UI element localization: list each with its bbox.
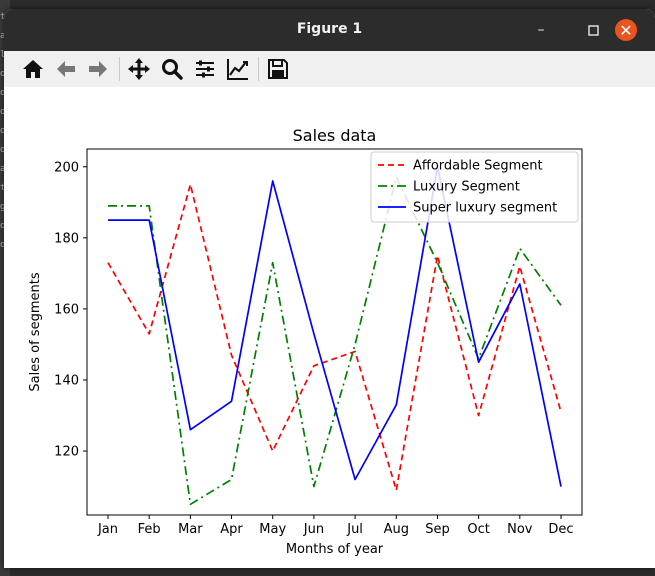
x-tick-label: May — [259, 522, 286, 537]
y-tick-label: 180 — [54, 231, 79, 246]
toolbar-separator — [119, 57, 120, 81]
title-bar[interactable]: Figure 1 – ✕ — [4, 9, 655, 51]
x-tick-label: Jan — [97, 522, 118, 537]
toolbar-separator — [258, 57, 259, 81]
maximize-button[interactable] — [582, 19, 604, 41]
window-title: Figure 1 — [296, 21, 363, 37]
x-tick-label: Dec — [548, 522, 573, 537]
zoom-button[interactable] — [159, 56, 185, 82]
x-tick-label: Apr — [220, 522, 243, 537]
y-tick-label: 120 — [54, 445, 79, 460]
forward-arrow-icon — [89, 61, 107, 77]
y-tick-label: 140 — [54, 373, 79, 388]
x-tick-label: Jun — [303, 522, 324, 537]
home-icon — [23, 60, 43, 78]
x-tick-label: Aug — [384, 522, 409, 537]
legend-label-1: Affordable Segment — [413, 159, 543, 174]
home-button[interactable] — [20, 56, 46, 82]
close-button[interactable]: ✕ — [615, 19, 637, 41]
zoom-magnifier-icon — [162, 59, 183, 80]
back-button[interactable] — [53, 56, 79, 82]
configure-subplots-button[interactable] — [192, 56, 218, 82]
line-chart: Sales data Jan Feb Mar Apr May Jun Jul Aug Sep Oct… — [28, 126, 583, 557]
series-line-1 — [107, 183, 562, 491]
pan-button[interactable] — [126, 56, 152, 82]
y-axis-label: Sales of segments — [28, 272, 43, 391]
forward-button[interactable] — [85, 56, 111, 82]
figure-window: Figure 1 – ✕ Sales data Jan Feb Mar Apr … — [4, 9, 655, 568]
x-tick-label: Mar — [178, 522, 203, 537]
edit-axis-button[interactable] — [225, 56, 251, 82]
figure-canvas[interactable]: Sales data Jan Feb Mar Apr May Jun Jul Aug Sep Oct… — [4, 87, 655, 568]
series-line-2 — [108, 176, 562, 506]
edit-axis-icon — [227, 59, 248, 80]
legend-label-3: Super luxury segment — [413, 201, 557, 216]
y-tick-label: 160 — [54, 302, 79, 317]
y-tick-label: 200 — [54, 160, 79, 175]
maximize-icon — [587, 24, 599, 36]
x-tick-label: Feb — [138, 522, 161, 537]
configure-subplots-icon — [196, 60, 214, 78]
x-tick-label: Nov — [507, 522, 533, 537]
x-axis-label: Months of year — [286, 542, 384, 557]
x-tick-label: Oct — [467, 522, 489, 537]
chart-title: Sales data — [293, 126, 377, 145]
x-tick-label: Jul — [346, 522, 363, 537]
navigation-toolbar — [4, 51, 655, 88]
save-floppy-icon — [268, 59, 288, 79]
minimize-button[interactable]: – — [530, 19, 552, 41]
legend-label-2: Luxury Segment — [413, 180, 520, 195]
back-arrow-icon — [57, 61, 75, 77]
pan-move-icon — [128, 58, 150, 80]
save-button[interactable] — [265, 56, 291, 82]
x-tick-label: Sep — [425, 522, 450, 537]
